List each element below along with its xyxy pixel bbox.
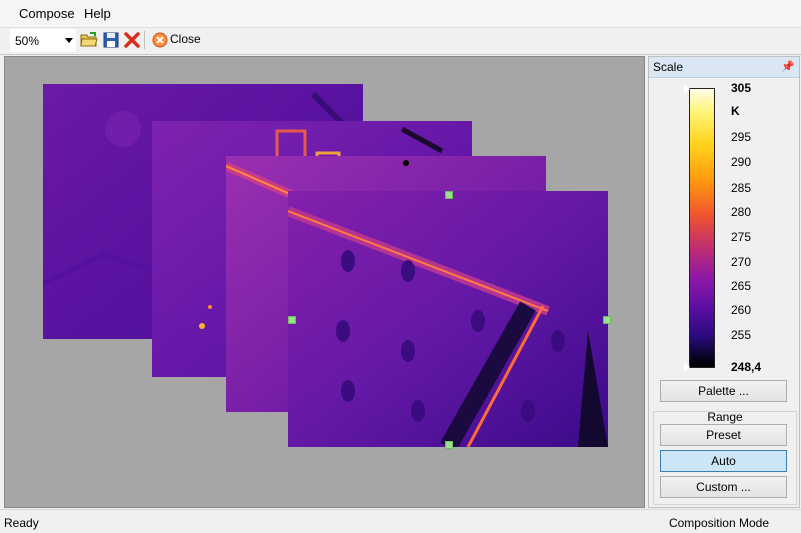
min-marker-icon[interactable]: [683, 361, 690, 373]
scale-panel: Scale 📌 305 K 295 290 285 280 275 270 26…: [648, 56, 800, 508]
temperature-colorbar: [689, 88, 715, 368]
zoom-value: 50%: [15, 34, 40, 48]
menu-help[interactable]: Help: [80, 6, 115, 21]
composition-canvas[interactable]: [4, 56, 645, 508]
scale-tick: 280: [731, 205, 752, 219]
scale-tick: 265: [731, 279, 752, 293]
save-icon[interactable]: [102, 31, 120, 49]
max-marker-icon[interactable]: [683, 83, 690, 95]
range-label: Range: [707, 410, 743, 424]
range-group: Range Preset Auto Custom ...: [653, 410, 797, 505]
scale-tick: 275: [731, 230, 752, 244]
custom-button[interactable]: Custom ...: [660, 476, 787, 498]
close-button[interactable]: Close: [170, 32, 201, 46]
close-circle-icon[interactable]: [151, 31, 169, 49]
status-bar: Ready Composition Mode: [0, 509, 801, 533]
scale-header: Scale 📌: [649, 57, 799, 78]
mode-indicator: Composition Mode: [668, 516, 769, 530]
menu-compose[interactable]: Compose: [15, 6, 79, 21]
scale-unit: K: [731, 104, 740, 118]
preset-button[interactable]: Preset: [660, 424, 787, 446]
zoom-select[interactable]: 50%: [10, 29, 76, 52]
open-folder-icon[interactable]: [80, 31, 98, 49]
toolbar-separator: [144, 31, 145, 49]
resize-handle[interactable]: [445, 191, 453, 199]
scale-tick: 270: [731, 255, 752, 269]
thermal-image[interactable]: [288, 191, 608, 447]
resize-handle[interactable]: [445, 441, 453, 449]
scale-tick: 295: [731, 130, 752, 144]
scale-max: 305: [731, 81, 752, 95]
resize-handle[interactable]: [603, 316, 611, 324]
status-text: Ready: [4, 516, 39, 530]
scale-tick: 290: [731, 155, 752, 169]
toolbar: 50% Close: [0, 28, 801, 55]
resize-handle[interactable]: [288, 316, 296, 324]
palette-button[interactable]: Palette ...: [660, 380, 787, 402]
pin-icon[interactable]: 📌: [781, 60, 795, 73]
scale-tick: 285: [731, 181, 752, 195]
scale-min: 248,4: [731, 360, 762, 374]
auto-button[interactable]: Auto: [660, 450, 787, 472]
chevron-down-icon[interactable]: [65, 38, 73, 43]
scale-tick: 255: [731, 328, 752, 342]
scale-tick: 260: [731, 303, 752, 317]
delete-x-icon[interactable]: [123, 31, 141, 49]
scale-title: Scale: [653, 60, 684, 74]
menu-bar: Compose Help: [0, 0, 801, 28]
